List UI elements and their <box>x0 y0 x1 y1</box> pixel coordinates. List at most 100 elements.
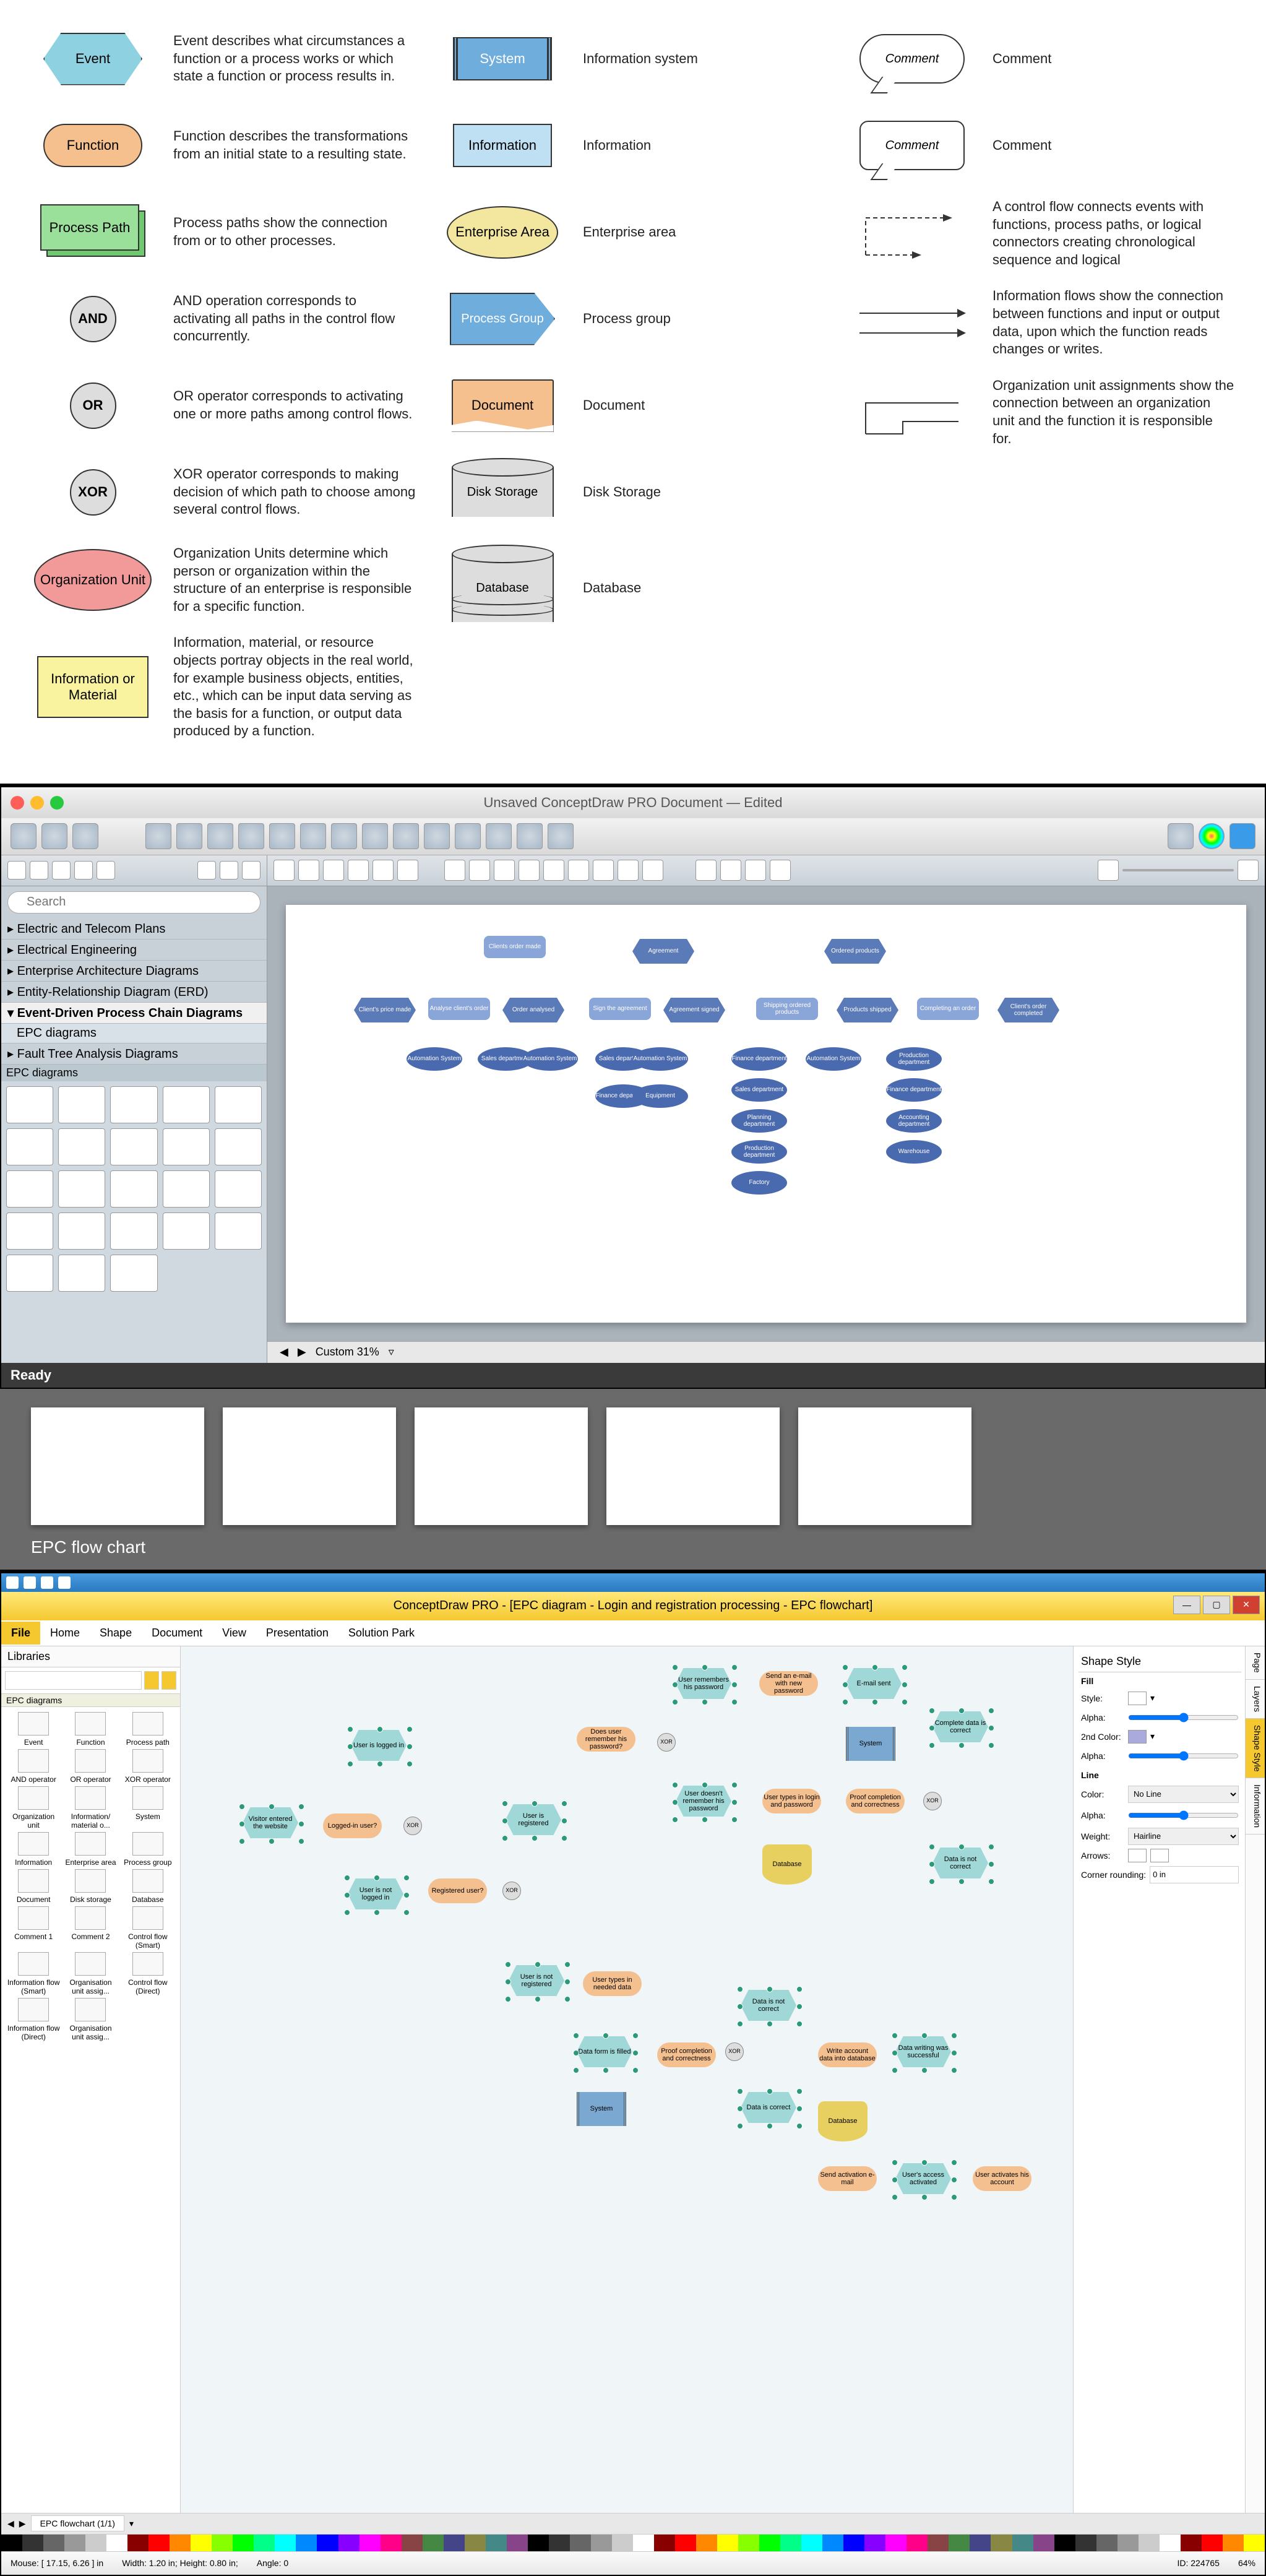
color-swatch[interactable] <box>822 2535 843 2551</box>
flowchart-node[interactable]: Completing an order <box>917 998 979 1020</box>
color-swatch[interactable] <box>1244 2535 1265 2551</box>
stencil-item[interactable]: Control flow (Smart) <box>121 1906 175 1950</box>
library-search-input[interactable] <box>5 1671 142 1690</box>
color-swatch[interactable] <box>759 2535 780 2551</box>
ribbon-tab[interactable]: Home <box>40 1622 90 1645</box>
color-swatch[interactable] <box>64 2535 85 2551</box>
line-color-select[interactable]: No Line <box>1128 1786 1239 1803</box>
sidebar-list-item[interactable]: ▸ Electrical Engineering <box>1 940 267 961</box>
side-tab[interactable]: Page <box>1246 1646 1265 1680</box>
color-swatch[interactable] <box>612 2535 633 2551</box>
flowchart-node[interactable]: Database <box>762 1844 812 1885</box>
color-swatch[interactable] <box>1139 2535 1160 2551</box>
selection-handle[interactable] <box>921 2194 928 2200</box>
palette-shape[interactable] <box>163 1128 210 1165</box>
palette-shape[interactable] <box>58 1255 105 1292</box>
sidebar-list-item[interactable]: ▸ Enterprise Architecture Diagrams <box>1 961 267 982</box>
sidebar-list-item[interactable]: ▾ Event-Driven Process Chain Diagrams <box>1 1003 267 1024</box>
toolbar-icon[interactable] <box>517 823 543 849</box>
tool-icon[interactable] <box>494 860 515 881</box>
color-swatch[interactable] <box>233 2535 254 2551</box>
library-category[interactable]: EPC diagrams <box>1 1693 180 1707</box>
selection-handle[interactable] <box>344 1875 350 1881</box>
flowchart-node[interactable]: User doesn't remember his password <box>676 1786 731 1817</box>
alpha-slider-2[interactable] <box>1128 1747 1239 1765</box>
ribbon-tab[interactable]: Presentation <box>256 1622 338 1645</box>
flowchart-node[interactable]: Does user remember his password? <box>577 1727 635 1752</box>
tool-icon[interactable] <box>197 861 216 880</box>
selection-handle[interactable] <box>403 1875 410 1881</box>
selection-handle[interactable] <box>902 1682 908 1688</box>
toolbar-icon[interactable] <box>41 1576 53 1589</box>
toolbar-icon[interactable] <box>362 823 388 849</box>
tool-icon[interactable] <box>7 861 26 880</box>
tool-icon[interactable] <box>323 860 344 881</box>
tool-icon[interactable] <box>642 860 663 881</box>
toolbar-icon[interactable] <box>58 1576 71 1589</box>
selection-handle[interactable] <box>344 1909 350 1916</box>
selection-handle[interactable] <box>951 2050 957 2056</box>
color-swatch[interactable] <box>1181 2535 1202 2551</box>
ribbon-tab[interactable]: Solution Park <box>338 1622 424 1645</box>
stencil-item[interactable]: Disk storage <box>63 1869 118 1904</box>
line-alpha-slider[interactable] <box>1128 1807 1239 1824</box>
tool-icon[interactable] <box>593 860 614 881</box>
palette-shape[interactable] <box>6 1170 53 1208</box>
window-controls[interactable]: — ▢ ✕ <box>1173 1596 1260 1614</box>
selection-handle[interactable] <box>737 1986 743 1992</box>
ribbon-tab[interactable]: Shape <box>90 1622 142 1645</box>
stencil-item[interactable]: Information <box>6 1832 61 1867</box>
flowchart-node[interactable]: Registered user? <box>428 1878 487 1903</box>
flowchart-node[interactable]: Automation System <box>806 1047 861 1071</box>
stencil-item[interactable]: System <box>121 1786 175 1830</box>
flowchart-node[interactable]: Send an e-mail with new password <box>759 1671 818 1696</box>
color-swatch[interactable] <box>970 2535 991 2551</box>
selection-handle[interactable] <box>535 1996 541 2002</box>
gallery-thumb[interactable] <box>31 1407 204 1525</box>
selection-handle[interactable] <box>535 1961 541 1968</box>
flowchart-node[interactable]: Data form is filled <box>577 2036 632 2067</box>
selection-handle[interactable] <box>632 2050 639 2056</box>
color-swatch[interactable] <box>465 2535 486 2551</box>
selection-handle[interactable] <box>672 1799 678 1805</box>
gallery-thumb[interactable] <box>223 1407 396 1525</box>
tool-icon[interactable] <box>745 860 766 881</box>
palette-shape[interactable] <box>58 1170 105 1208</box>
palette-shape[interactable] <box>215 1086 262 1123</box>
flowchart-node[interactable]: Write account data into database <box>818 2042 877 2067</box>
selection-handle[interactable] <box>988 1861 994 1867</box>
selection-handle[interactable] <box>731 1799 738 1805</box>
toolbar-icon[interactable] <box>41 823 67 849</box>
toolbar-icon[interactable] <box>1168 823 1194 849</box>
selection-handle[interactable] <box>737 2003 743 2010</box>
stencil-item[interactable]: XOR operator <box>121 1749 175 1784</box>
color-swatch[interactable] <box>906 2535 928 2551</box>
arrow-start[interactable] <box>1128 1849 1147 1862</box>
selection-handle[interactable] <box>892 2177 898 2183</box>
color-swatch[interactable] <box>528 2535 549 2551</box>
selection-handle[interactable] <box>796 2123 803 2129</box>
selection-handle[interactable] <box>374 1909 380 1916</box>
stencil-item[interactable]: Process group <box>121 1832 175 1867</box>
side-tab[interactable]: Information <box>1246 1778 1265 1835</box>
color-swatch[interactable] <box>1117 2535 1139 2551</box>
selection-handle[interactable] <box>403 1892 410 1898</box>
palette-shape[interactable] <box>6 1255 53 1292</box>
dropdown-icon[interactable]: ▾ <box>1150 1731 1155 1742</box>
color-swatch[interactable] <box>928 2535 949 2551</box>
flowchart-node[interactable]: Proof completion and correctness <box>657 2042 716 2067</box>
selection-handle[interactable] <box>737 2021 743 2027</box>
selection-handle[interactable] <box>407 1761 413 1767</box>
color-swatch[interactable] <box>191 2535 212 2551</box>
toolbar-icon[interactable] <box>72 823 98 849</box>
selection-handle[interactable] <box>347 1761 353 1767</box>
selection-handle[interactable] <box>731 1782 738 1788</box>
zoom-in-icon[interactable] <box>1238 860 1259 881</box>
selection-handle[interactable] <box>298 1838 304 1844</box>
selection-handle[interactable] <box>872 1664 878 1671</box>
stencil-item[interactable]: Document <box>6 1869 61 1904</box>
selection-handle[interactable] <box>377 1726 383 1732</box>
selection-handle[interactable] <box>374 1875 380 1881</box>
selection-handle[interactable] <box>796 2088 803 2094</box>
selection-handle[interactable] <box>407 1726 413 1732</box>
